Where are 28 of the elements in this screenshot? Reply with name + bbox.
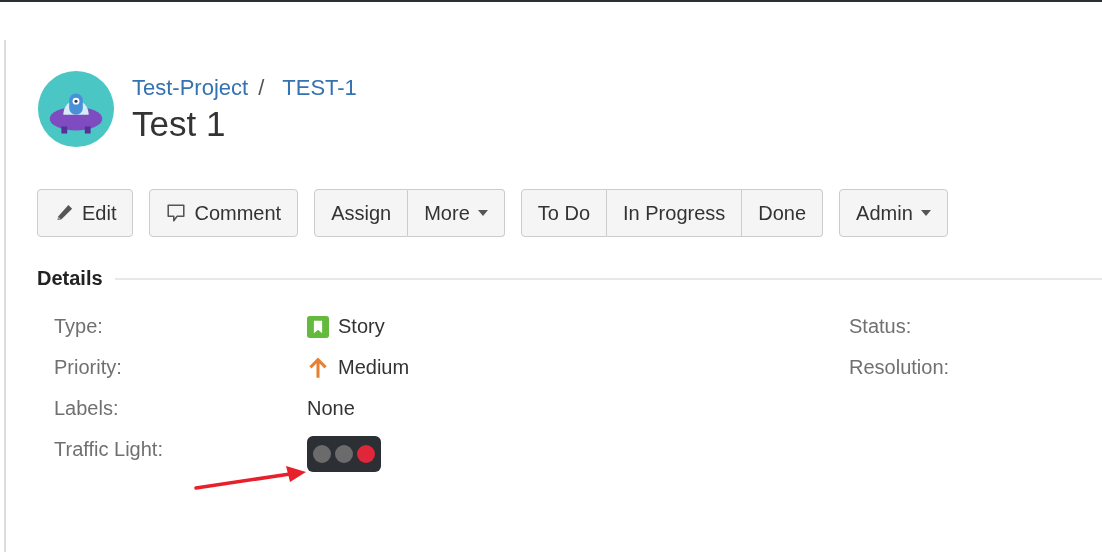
toolbar-button[interactable]: Assign [314, 189, 409, 237]
field-label: Status: [849, 315, 913, 338]
caret-icon [477, 210, 488, 216]
field-label: Priority: [54, 356, 123, 379]
field-label: Traffic Light: [54, 438, 164, 461]
section-heading: Details [37, 267, 103, 290]
field-label: Labels: [54, 397, 120, 420]
toolbar-button[interactable]: In Progress [607, 189, 743, 237]
project-link[interactable]: Test-Project [132, 74, 249, 101]
field-value: Story [338, 315, 385, 338]
breadcrumb-separator: / [258, 74, 265, 101]
toolbar-button[interactable]: Edit [37, 189, 134, 237]
toolbar-button[interactable]: Comment [149, 189, 299, 237]
toolbar-button[interactable]: Admin [839, 189, 948, 237]
field-value: Medium [338, 356, 410, 379]
field-label: Type: [54, 315, 104, 338]
bookmark-icon [307, 315, 329, 338]
toolbar-button[interactable]: Done [742, 189, 824, 237]
pencil-icon [54, 203, 74, 223]
toolbar-button[interactable]: More [408, 189, 505, 237]
issue-key-link[interactable]: TEST-1 [282, 74, 357, 101]
caret-icon [920, 210, 931, 216]
issue-title: Test 1 [132, 104, 227, 144]
field-value: None [307, 397, 355, 420]
toolbar-button[interactable]: To Do [520, 189, 608, 237]
speech-bubble-icon [166, 203, 187, 223]
up-arrow-icon [307, 356, 329, 379]
field-label: Resolution: [849, 356, 951, 379]
